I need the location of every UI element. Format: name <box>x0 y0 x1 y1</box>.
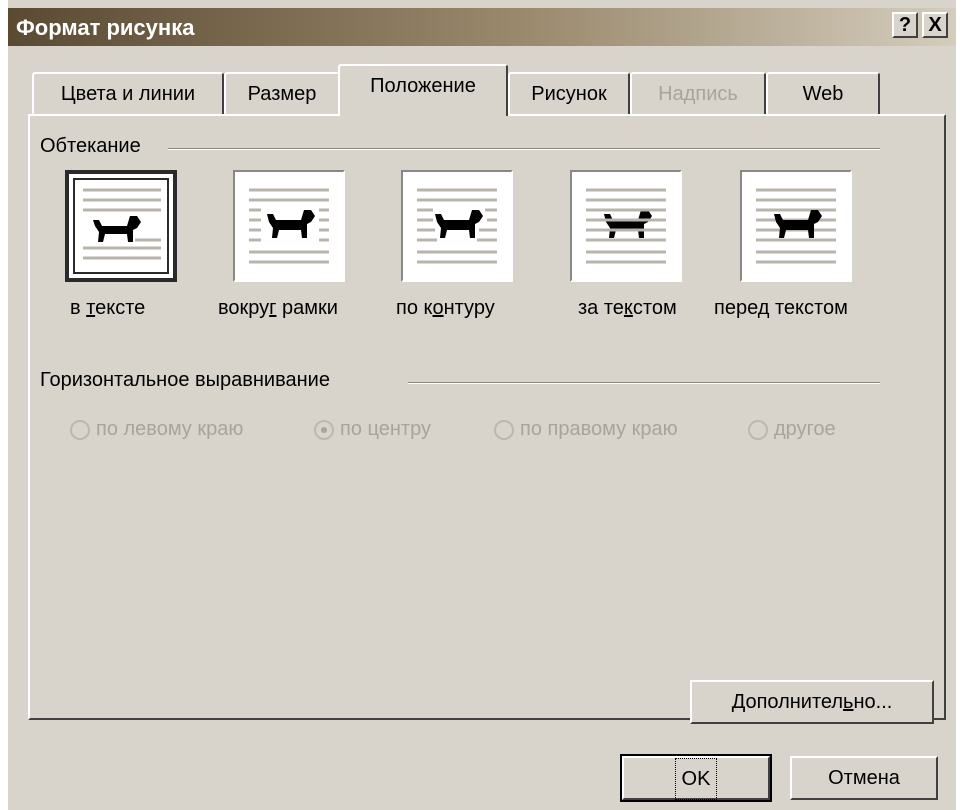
wrap-in-front-of-text-label: перед текстом <box>714 297 848 319</box>
close-button[interactable]: X <box>922 12 948 38</box>
tab-picture[interactable]: Рисунок <box>508 72 630 116</box>
radio-button[interactable] <box>70 419 90 440</box>
wrap-square-label: вокруг рамки <box>218 297 338 319</box>
dog-in-line-icon <box>83 188 161 260</box>
wrap-in-front-of-text-button[interactable] <box>740 170 852 282</box>
wrapping-group-divider <box>168 148 880 150</box>
wrap-square-button[interactable] <box>233 170 345 282</box>
format-picture-dialog: Формат рисунка ? X Цвета и линии Размер … <box>8 0 956 810</box>
align-other-radio[interactable]: другое <box>748 418 836 441</box>
wrap-tight-label: по контуру <box>396 297 495 319</box>
wrap-behind-text-button[interactable] <box>570 170 682 282</box>
dog-behind-text-icon <box>586 188 666 264</box>
wrap-behind-text-label: за текстом <box>578 297 677 319</box>
dog-in-front-of-text-icon <box>756 188 836 264</box>
cancel-button[interactable]: Отмена <box>790 756 938 800</box>
dog-tight-wrap-icon <box>417 188 497 264</box>
radio-button-checked[interactable] <box>314 419 334 440</box>
wrap-tight-button[interactable] <box>401 170 513 282</box>
align-left-radio[interactable]: по левому краю <box>70 418 243 441</box>
ok-button[interactable]: OK <box>620 754 772 802</box>
dog-square-wrap-icon <box>249 188 329 264</box>
help-button[interactable]: ? <box>892 12 918 38</box>
tab-web[interactable]: Web <box>766 72 880 116</box>
align-right-radio[interactable]: по правому краю <box>494 418 678 441</box>
wrap-in-line-label: в тексте <box>70 297 146 319</box>
wrap-in-line-button[interactable] <box>65 170 177 282</box>
wrapping-group-label: Обтекание <box>40 135 149 158</box>
dialog-title: Формат рисунка <box>16 15 195 40</box>
title-bar[interactable]: Формат рисунка ? X <box>8 8 956 46</box>
radio-button[interactable] <box>494 419 514 440</box>
tab-text-box[interactable]: Надпись <box>630 72 766 116</box>
alignment-group-label: Горизонтальное выравнивание <box>40 369 338 392</box>
align-center-radio[interactable]: по центру <box>314 418 431 441</box>
radio-button[interactable] <box>748 419 768 440</box>
tab-size[interactable]: Размер <box>224 72 340 116</box>
advanced-button[interactable]: Дополнительно... <box>690 680 934 724</box>
tab-colors-and-lines[interactable]: Цвета и линии <box>32 72 224 116</box>
alignment-group-divider <box>408 382 880 384</box>
tab-position[interactable]: Положение <box>338 64 508 116</box>
